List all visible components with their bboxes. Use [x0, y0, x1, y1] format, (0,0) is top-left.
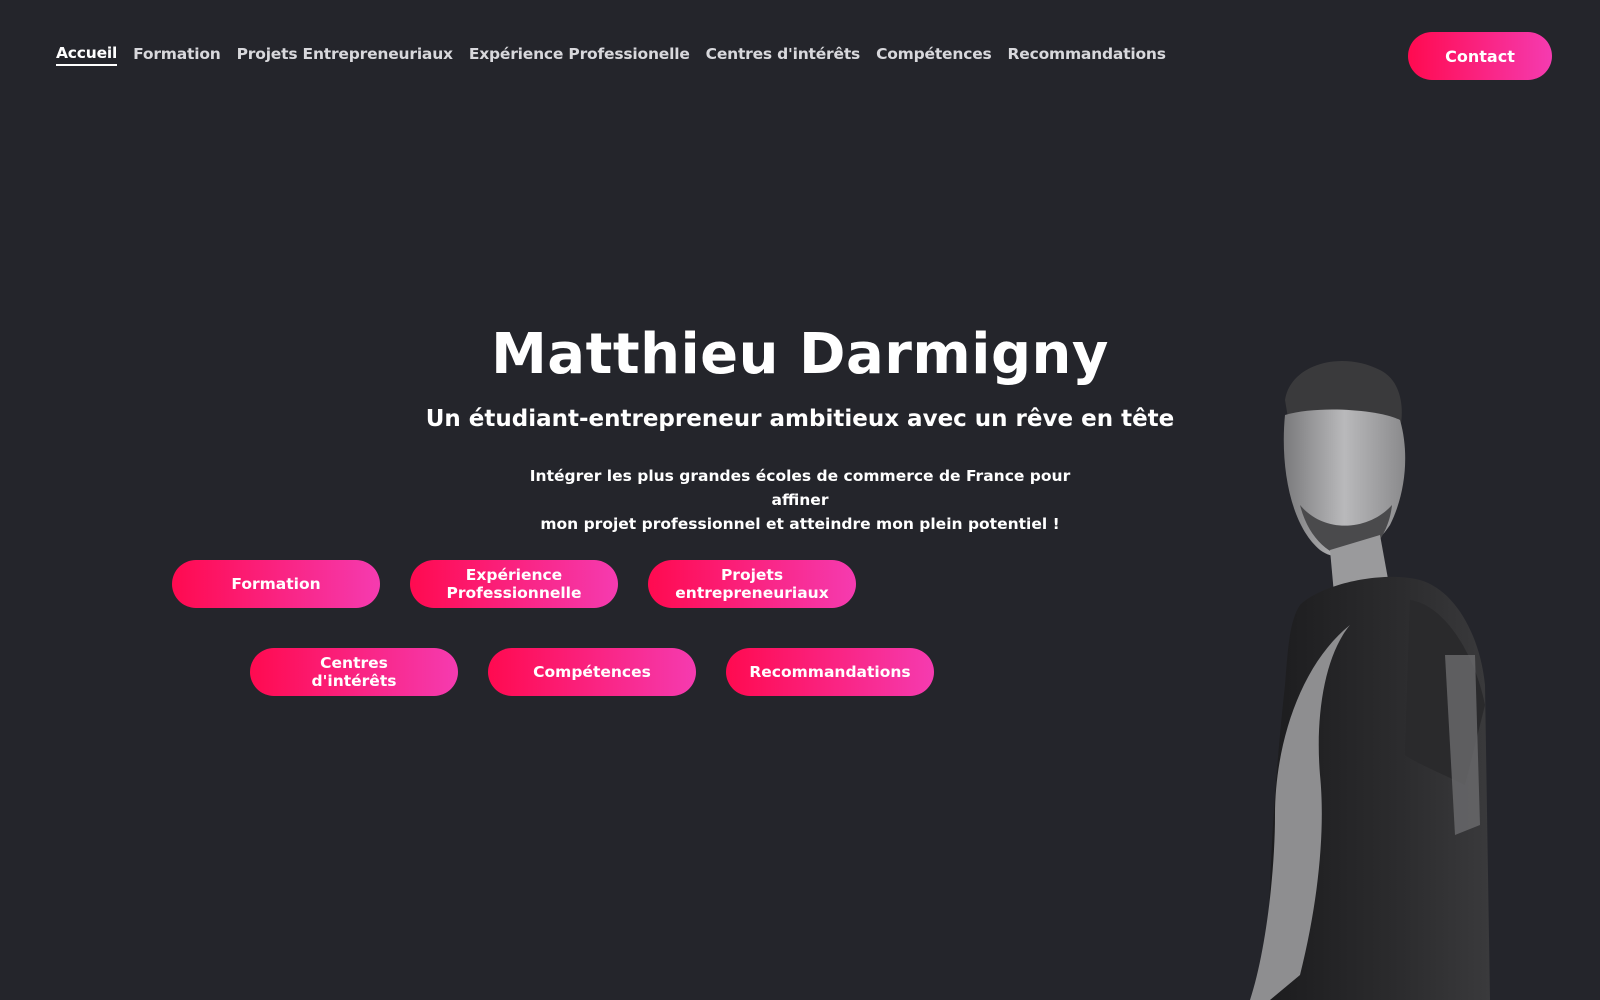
nav-item-formation[interactable]: Formation — [133, 45, 221, 65]
projets-entrepreneuriaux-button[interactable]: Projets entrepreneuriaux — [648, 560, 856, 608]
nav-item-competences[interactable]: Compétences — [876, 45, 992, 65]
nav-item-experience-professionelle[interactable]: Expérience Professionelle — [469, 45, 690, 65]
experience-professionnelle-button[interactable]: Expérience Professionnelle — [410, 560, 618, 608]
nav-item-projets-entrepreneuriaux[interactable]: Projets Entrepreneuriaux — [237, 45, 453, 65]
nav-item-accueil[interactable]: Accueil — [56, 44, 117, 66]
top-nav: Accueil Formation Projets Entrepreneuria… — [56, 44, 1166, 66]
page: Accueil Formation Projets Entrepreneuria… — [0, 0, 1600, 1000]
hero-description: Intégrer les plus grandes écoles de comm… — [500, 464, 1100, 536]
hero-description-line-2: mon projet professionnel et atteindre mo… — [540, 515, 1060, 533]
contact-button[interactable]: Contact — [1408, 32, 1552, 80]
portrait-photo — [1250, 361, 1490, 1000]
centres-interets-button[interactable]: Centres d'intérêts — [250, 648, 458, 696]
nav-item-recommandations[interactable]: Recommandations — [1008, 45, 1166, 65]
hero-description-line-1: Intégrer les plus grandes écoles de comm… — [529, 467, 1071, 509]
experience-button-line-2: Professionnelle — [446, 584, 582, 602]
nav-item-centres-interets[interactable]: Centres d'intérêts — [706, 45, 861, 65]
competences-button[interactable]: Compétences — [488, 648, 696, 696]
experience-button-line-1: Expérience — [465, 566, 563, 584]
projets-button-line-1: Projets — [720, 566, 784, 584]
projets-button-line-2: entrepreneuriaux — [675, 584, 829, 602]
recommandations-button[interactable]: Recommandations — [726, 648, 934, 696]
formation-button[interactable]: Formation — [172, 560, 380, 608]
